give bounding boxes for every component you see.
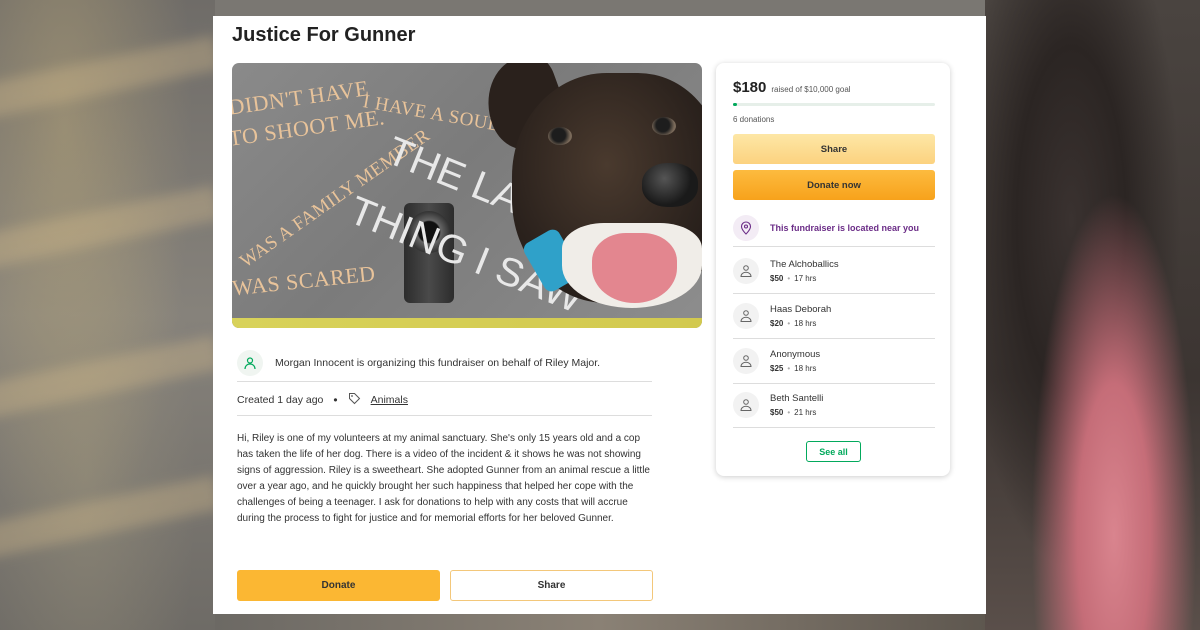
donor-item: Haas Deborah $20 • 18 hrs	[733, 294, 935, 339]
donor-time: 21 hrs	[794, 408, 817, 417]
location-text: This fundraiser is located near you	[770, 222, 920, 233]
fundraiser-page: Justice For Gunner DIDN'T HAVE TO SHOOT …	[213, 16, 986, 614]
category-link[interactable]: Animals	[371, 394, 408, 406]
donor-hand-icon	[733, 303, 759, 329]
donor-time: 17 hrs	[794, 274, 817, 283]
page-title: Justice For Gunner	[232, 24, 416, 46]
sidebar-share-button[interactable]: Share	[733, 134, 935, 164]
dog-nose	[642, 163, 698, 207]
donate-now-button[interactable]: Donate now	[733, 170, 935, 200]
donor-hand-icon	[733, 258, 759, 284]
donor-amount: $50	[770, 274, 784, 283]
dog-tongue	[592, 233, 677, 303]
raised-amount: $180	[733, 79, 767, 96]
organizer-row: Morgan Innocent is organizing this fundr…	[237, 344, 652, 382]
hero-bottom-banner	[232, 318, 702, 328]
donor-hand-icon	[733, 348, 759, 374]
donor-time: 18 hrs	[794, 319, 817, 328]
donor-item: Beth Santelli $50 • 21 hrs	[733, 383, 935, 428]
donor-name: Anonymous	[770, 349, 821, 360]
donor-name: Haas Deborah	[770, 304, 832, 315]
dog-eye-left	[548, 127, 572, 145]
share-button[interactable]: Share	[450, 570, 653, 601]
background-left-blur	[0, 0, 221, 630]
donor-hand-icon	[733, 392, 759, 418]
donor-amount: $50	[770, 408, 784, 417]
background-right-blur	[985, 0, 1200, 630]
story-text: Hi, Riley is one of my volunteers at my …	[237, 433, 650, 524]
location-pin-icon	[733, 214, 759, 241]
organizer-person-icon	[237, 349, 263, 376]
see-all-button[interactable]: See all	[806, 441, 861, 462]
donation-sidebar: $180 raised of $10,000 goal 6 donations …	[716, 63, 950, 476]
location-notice: This fundraiser is located near you	[733, 209, 935, 247]
meta-row: Created 1 day ago • Animals	[237, 385, 652, 416]
donor-time: 18 hrs	[794, 364, 817, 373]
donor-name: The Alchoballics	[770, 259, 839, 270]
progress-bar	[733, 103, 935, 106]
donor-item: The Alchoballics $50 • 17 hrs	[733, 249, 935, 294]
goal-text: raised of $10,000 goal	[771, 85, 851, 94]
donor-item: Anonymous $25 • 18 hrs	[733, 339, 935, 384]
donor-amount: $20	[770, 319, 784, 328]
hero-image: DIDN'T HAVE TO SHOOT ME. I HAVE A SOUL W…	[232, 63, 702, 328]
background-bottom-blur	[215, 612, 985, 630]
organizer-text: Morgan Innocent is organizing this fundr…	[275, 356, 601, 369]
created-date: Created 1 day ago	[237, 394, 324, 406]
donor-amount: $25	[770, 364, 784, 373]
donor-name: Beth Santelli	[770, 393, 824, 404]
meta-separator: •	[333, 393, 338, 407]
progress-bar-fill	[733, 103, 737, 106]
donations-count: 6 donations	[733, 115, 775, 124]
raised-summary: $180 raised of $10,000 goal	[733, 79, 851, 96]
donate-button[interactable]: Donate	[237, 570, 440, 601]
tag-icon	[348, 392, 361, 408]
dog-eye-right	[652, 117, 676, 135]
